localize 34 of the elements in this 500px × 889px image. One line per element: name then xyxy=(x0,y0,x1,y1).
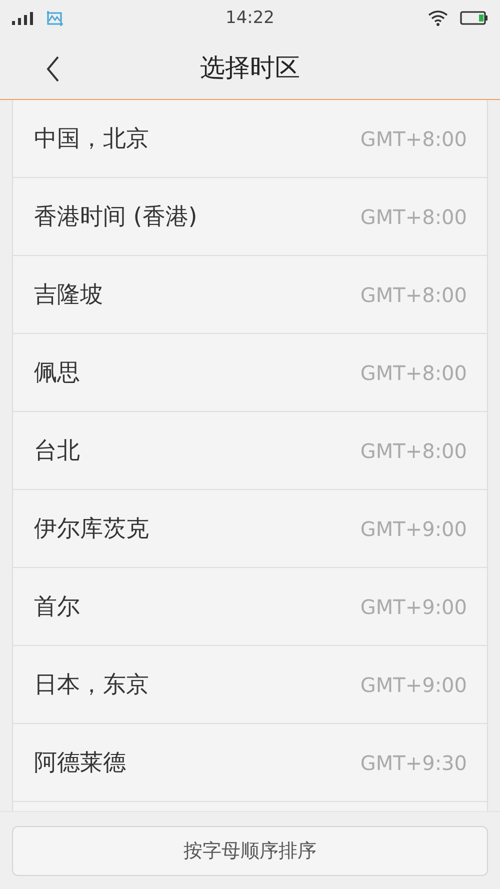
clock-time: 14:22 xyxy=(226,8,274,28)
timezone-name: 香港时间 (香港) xyxy=(34,203,198,232)
timezone-item[interactable]: 佩思 GMT+8:00 xyxy=(13,334,487,412)
timezone-offset: GMT+9:30 xyxy=(360,750,467,774)
timezone-name: 伊尔库茨克 xyxy=(34,515,149,544)
wifi-icon xyxy=(428,10,448,26)
timezone-item[interactable]: 台北 GMT+8:00 xyxy=(13,412,487,490)
page-title: 选择时区 xyxy=(200,52,300,84)
timezone-name: 日本，东京 xyxy=(34,671,149,700)
timezone-item[interactable]: 阿德莱德 GMT+9:30 xyxy=(13,724,487,802)
sort-button[interactable]: 按字母顺序排序 xyxy=(12,826,488,876)
timezone-name: 阿德莱德 xyxy=(34,749,126,778)
timezone-item[interactable]: 首尔 GMT+9:00 xyxy=(13,568,487,646)
timezone-item[interactable]: 吉隆坡 GMT+8:00 xyxy=(13,256,487,334)
timezone-offset: GMT+8:00 xyxy=(360,126,467,150)
timezone-name: 台北 xyxy=(34,437,80,466)
timezone-offset: GMT+9:00 xyxy=(360,594,467,618)
battery-icon xyxy=(460,11,488,25)
timezone-name: 吉隆坡 xyxy=(34,281,103,310)
timezone-offset: GMT+8:00 xyxy=(360,438,467,462)
timezone-name: 佩思 xyxy=(34,359,80,388)
timezone-name: 中国，北京 xyxy=(34,125,149,154)
timezone-offset: GMT+9:00 xyxy=(360,516,467,540)
timezone-item[interactable]: 中国，北京 GMT+8:00 xyxy=(13,100,487,178)
timezone-offset: GMT+9:00 xyxy=(360,672,467,696)
timezone-name: 首尔 xyxy=(34,593,80,622)
timezone-item[interactable]: 日本，东京 GMT+9:00 xyxy=(13,646,487,724)
timezone-offset: GMT+8:00 xyxy=(360,204,467,228)
image-icon xyxy=(46,10,64,26)
timezone-offset: GMT+8:00 xyxy=(360,360,467,384)
timezone-item[interactable]: 伊尔库茨克 GMT+9:00 xyxy=(13,490,487,568)
back-icon xyxy=(46,56,60,82)
timezone-item[interactable]: 香港时间 (香港) GMT+8:00 xyxy=(13,178,487,256)
timezone-offset: GMT+8:00 xyxy=(360,282,467,306)
